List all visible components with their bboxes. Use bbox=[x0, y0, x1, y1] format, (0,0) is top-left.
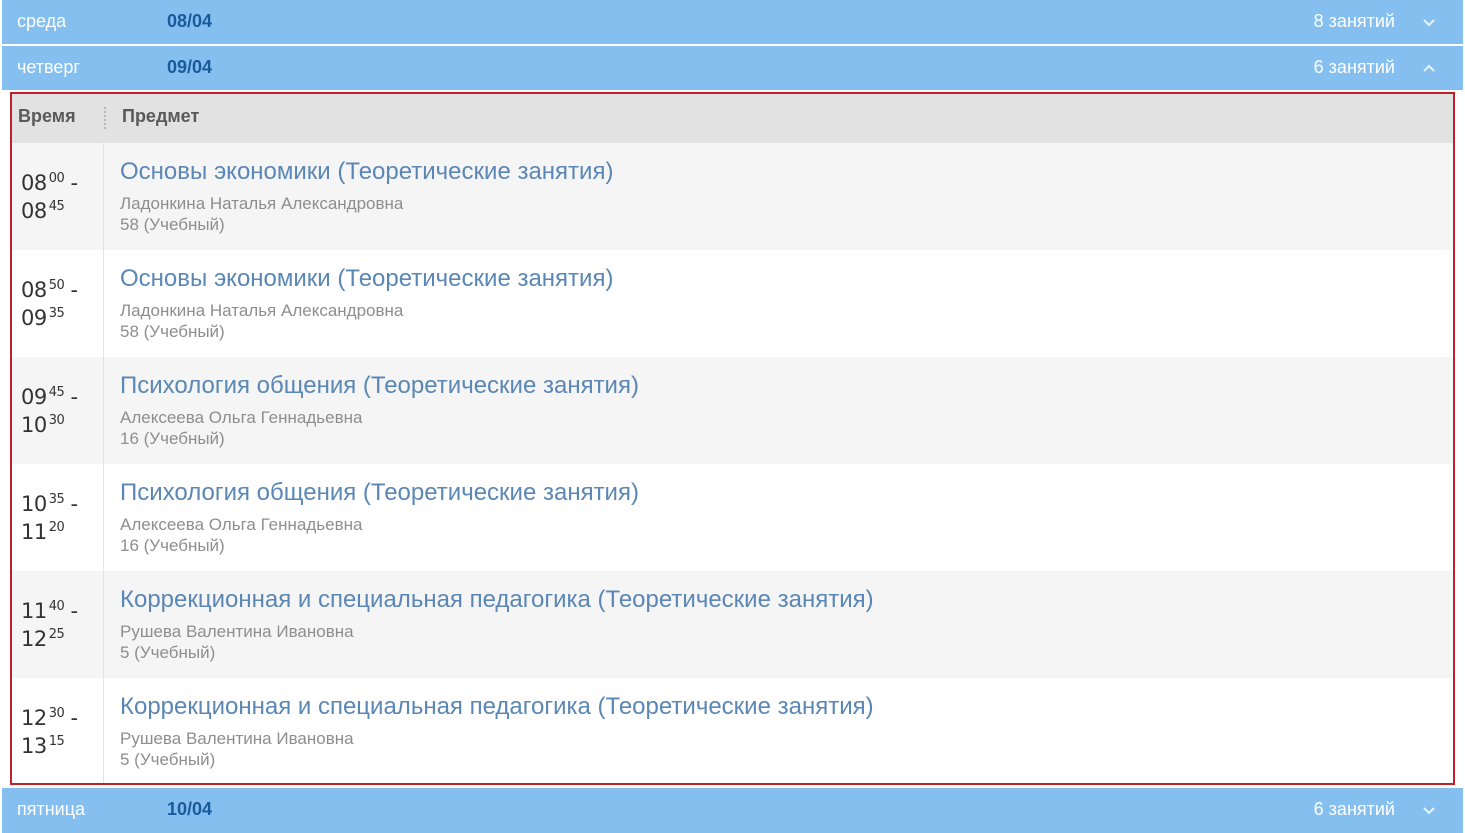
day-name: четверг bbox=[17, 57, 80, 77]
end-time: 11 20 bbox=[21, 520, 65, 544]
end-minute: 30 bbox=[48, 413, 65, 428]
day-header-wednesday[interactable]: среда 08/04 8 занятий bbox=[2, 0, 1463, 44]
time-cell: 08 00 -08 45 bbox=[12, 143, 104, 250]
start-minute: 30 bbox=[48, 706, 65, 721]
teacher-name: Ладонкина Наталья Александровна bbox=[120, 301, 404, 320]
teacher-name: Ладонкина Наталья Александровна bbox=[120, 194, 404, 213]
end-minute: 35 bbox=[48, 306, 65, 321]
teacher-name: Рушева Валентина Ивановна bbox=[120, 729, 354, 748]
time-cell: 12 30 -13 15 bbox=[12, 678, 104, 783]
start-hour: 08 bbox=[21, 278, 47, 302]
start-time: 10 35 - bbox=[21, 492, 78, 516]
subject-link[interactable]: Основы экономики (Теоретические занятия) bbox=[120, 158, 613, 186]
chevron-down-icon[interactable] bbox=[1421, 800, 1437, 820]
table-row: 12 30 -13 15 Коррекционная и специальная пе… bbox=[12, 678, 1453, 783]
end-hour: 08 bbox=[21, 199, 47, 223]
day-date: 09/04 bbox=[167, 57, 213, 77]
table-row: 11 40 -12 25 Коррекционная и специальная пе… bbox=[12, 571, 1453, 678]
start-minute: 00 bbox=[48, 171, 65, 186]
end-hour: 09 bbox=[21, 306, 47, 330]
end-time: 09 35 bbox=[21, 306, 65, 330]
end-hour: 12 bbox=[21, 627, 47, 651]
start-minute: 35 bbox=[48, 492, 65, 507]
lesson-count: 6 занятий bbox=[1313, 57, 1395, 77]
start-time: 08 50 - bbox=[21, 278, 78, 302]
lesson-count: 8 занятий bbox=[1313, 11, 1395, 31]
time-dash: - bbox=[64, 385, 78, 409]
start-hour: 09 bbox=[21, 385, 47, 409]
table-row: 08 50 -09 35 Основы экономики (Теоретически… bbox=[12, 250, 1453, 357]
table-header: Время Предмет bbox=[12, 94, 1453, 143]
teacher-name: Алексеева Ольга Геннадьевна bbox=[120, 408, 363, 427]
subject-link[interactable]: Коррекционная и специальная педагогика (… bbox=[120, 586, 874, 614]
day-name: среда bbox=[17, 11, 67, 31]
subject-link[interactable]: Основы экономики (Теоретические занятия) bbox=[120, 265, 613, 293]
time-dash: - bbox=[64, 706, 78, 730]
start-hour: 10 bbox=[21, 492, 47, 516]
subject-link[interactable]: Психология общения (Теоретические заняти… bbox=[120, 479, 639, 507]
table-row: 10 35 -11 20 Психология общения (Теоретичес… bbox=[12, 464, 1453, 571]
room-label: 58 (Учебный) bbox=[120, 215, 225, 234]
end-minute: 45 bbox=[48, 199, 65, 214]
start-time: 09 45 - bbox=[21, 385, 78, 409]
start-minute: 45 bbox=[48, 385, 65, 400]
start-time: 08 00 - bbox=[21, 171, 78, 195]
end-time: 10 30 bbox=[21, 413, 65, 437]
chevron-up-icon[interactable] bbox=[1421, 58, 1437, 78]
time-dash: - bbox=[64, 278, 78, 302]
time-cell: 10 35 -11 20 bbox=[12, 464, 104, 571]
time-dash: - bbox=[64, 492, 78, 516]
chevron-down-icon[interactable] bbox=[1421, 12, 1437, 32]
start-hour: 12 bbox=[21, 706, 47, 730]
time-cell: 11 40 -12 25 bbox=[12, 571, 104, 678]
end-time: 08 45 bbox=[21, 199, 65, 223]
start-hour: 11 bbox=[21, 599, 47, 623]
start-time: 11 40 - bbox=[21, 599, 78, 623]
end-minute: 20 bbox=[48, 520, 65, 535]
room-label: 16 (Учебный) bbox=[120, 536, 225, 555]
day-name: пятница bbox=[17, 799, 86, 819]
subject-link[interactable]: Коррекционная и специальная педагогика (… bbox=[120, 693, 874, 721]
column-header-time[interactable]: Время bbox=[18, 106, 76, 127]
start-time: 12 30 - bbox=[21, 706, 78, 730]
room-label: 5 (Учебный) bbox=[120, 643, 216, 662]
start-minute: 40 bbox=[48, 599, 65, 614]
time-dash: - bbox=[64, 171, 78, 195]
day-date: 10/04 bbox=[167, 799, 213, 819]
schedule-table: Время Предмет 08 00 -08 45 Основы экономики… bbox=[10, 92, 1455, 785]
column-resize-handle[interactable] bbox=[104, 107, 107, 129]
end-minute: 15 bbox=[48, 734, 65, 749]
end-hour: 10 bbox=[21, 413, 47, 437]
end-minute: 25 bbox=[48, 627, 65, 642]
room-label: 5 (Учебный) bbox=[120, 750, 216, 769]
end-time: 12 25 bbox=[21, 627, 65, 651]
column-header-subject[interactable]: Предмет bbox=[122, 106, 199, 127]
end-hour: 11 bbox=[21, 520, 47, 544]
start-minute: 50 bbox=[48, 278, 65, 293]
time-dash: - bbox=[64, 599, 78, 623]
time-cell: 09 45 -10 30 bbox=[12, 357, 104, 464]
day-date: 08/04 bbox=[167, 11, 213, 31]
start-hour: 08 bbox=[21, 171, 47, 195]
room-label: 58 (Учебный) bbox=[120, 322, 225, 341]
lesson-count: 6 занятий bbox=[1313, 799, 1395, 819]
room-label: 16 (Учебный) bbox=[120, 429, 225, 448]
table-row: 09 45 -10 30 Психология общения (Теоретичес… bbox=[12, 357, 1453, 464]
teacher-name: Рушева Валентина Ивановна bbox=[120, 622, 354, 641]
day-header-friday[interactable]: пятница 10/04 6 занятий bbox=[2, 788, 1463, 833]
end-hour: 13 bbox=[21, 734, 47, 758]
subject-link[interactable]: Психология общения (Теоретические заняти… bbox=[120, 372, 639, 400]
time-cell: 08 50 -09 35 bbox=[12, 250, 104, 357]
table-row: 08 00 -08 45 Основы экономики (Теоретически… bbox=[12, 143, 1453, 250]
end-time: 13 15 bbox=[21, 734, 65, 758]
teacher-name: Алексеева Ольга Геннадьевна bbox=[120, 515, 363, 534]
day-header-thursday[interactable]: четверг 09/04 6 занятий bbox=[2, 46, 1463, 90]
